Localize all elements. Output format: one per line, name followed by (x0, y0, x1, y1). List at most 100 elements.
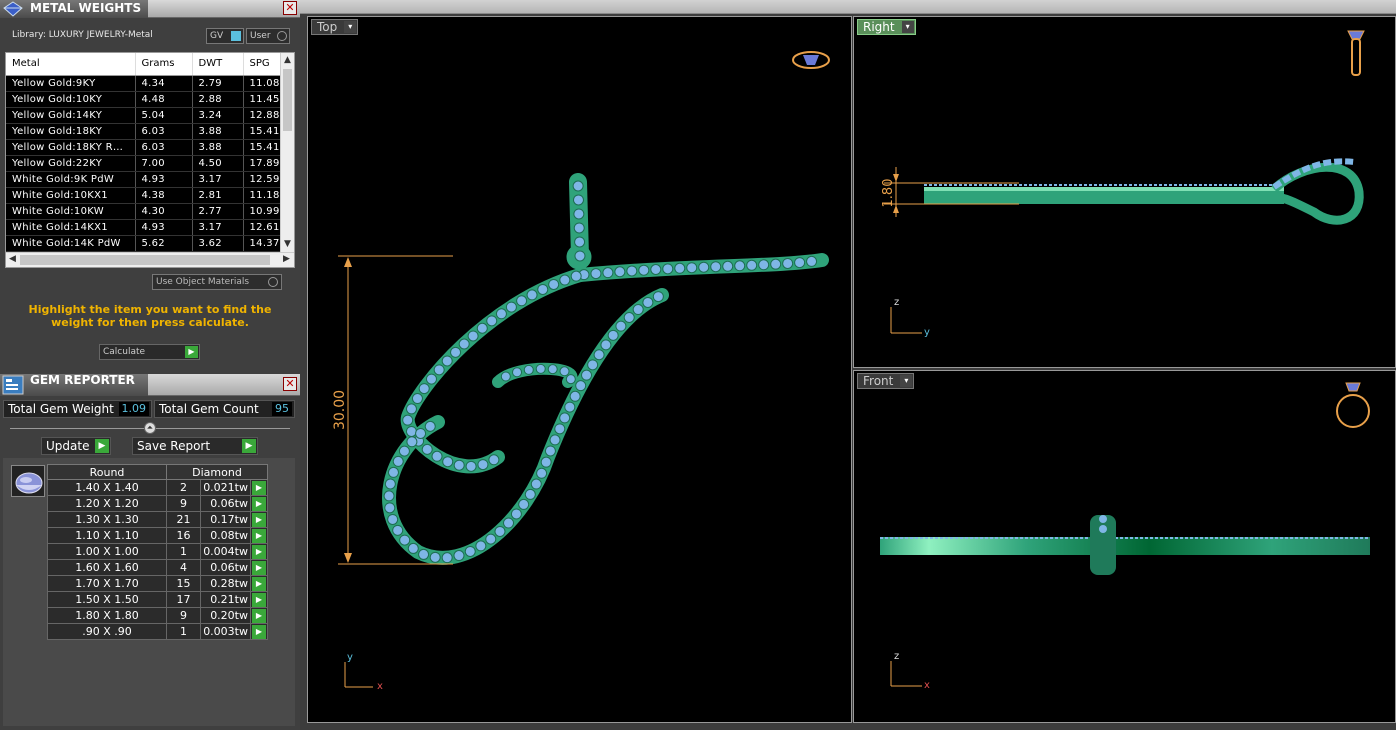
gem-stone (518, 498, 530, 510)
gem-stone (554, 423, 566, 435)
gem-row[interactable]: 1.10 X 1.10 16 0.08tw ▶ (47, 527, 268, 544)
gem-stone (614, 266, 626, 278)
metal-cell: 6.03 (135, 139, 193, 156)
front-view-cube-icon[interactable] (1336, 382, 1370, 428)
gem-row[interactable]: 1.70 X 1.70 15 0.28tw ▶ (47, 575, 268, 592)
metal-col-header[interactable]: Grams (135, 53, 193, 76)
gem-count: 15 (166, 575, 201, 592)
gem-row-go-button[interactable]: ▶ (250, 543, 268, 560)
gem-table-header: Round Diamond (47, 464, 268, 480)
metal-cell: 4.48 (135, 91, 193, 108)
top-axis-y-label: y (347, 652, 353, 663)
gem-weight: 0.004tw (200, 543, 251, 560)
metal-row[interactable]: Yellow Gold:10KY 4.48 2.88 11.45 (6, 91, 282, 108)
front-view-drawing: z x (880, 382, 1370, 691)
metal-row[interactable]: Yellow Gold:18KY R… 6.03 3.88 15.41 (6, 139, 282, 156)
gem-stone (503, 517, 515, 529)
horizontal-scroll-thumb[interactable] (20, 255, 270, 265)
front-axis-icon: z x (890, 651, 930, 691)
gem-row-go-button[interactable]: ▶ (250, 511, 268, 528)
gem-row[interactable]: 1.30 X 1.30 21 0.17tw ▶ (47, 511, 268, 528)
gem-reporter-close-button[interactable]: ✕ (283, 377, 297, 391)
scroll-up-icon[interactable]: ▲ (284, 55, 291, 65)
gem-reporter-titlebar[interactable]: GEM REPORTER ✕ (0, 374, 300, 396)
metal-cell: 4.34 (135, 75, 193, 92)
gem-row-go-button[interactable]: ▶ (250, 575, 268, 592)
metal-col-header[interactable]: SPG (243, 53, 282, 76)
metal-weights-tab[interactable]: METAL WEIGHTS (0, 0, 148, 18)
metal-list-horizontal-scrollbar[interactable]: ◀ ▶ (6, 252, 294, 267)
metal-weights-close-button[interactable]: ✕ (283, 1, 297, 15)
user-toggle[interactable]: User (246, 28, 290, 44)
metal-row[interactable]: White Gold:9K PdW 4.93 3.17 12.59 (6, 171, 282, 188)
right-axis-y-label: y (924, 327, 930, 338)
gem-table: Round Diamond 1.40 X 1.40 2 0.021tw ▶ 1.20 X… (47, 464, 268, 640)
round-diamond-icon[interactable] (11, 465, 45, 497)
pendant-front-view (880, 515, 1370, 575)
gem-stone (450, 346, 462, 358)
top-viewport[interactable]: Top ▾ 30.00 y x (307, 16, 852, 723)
gem-row-go-button[interactable]: ▶ (250, 623, 268, 640)
gem-row[interactable]: 1.00 X 1.00 1 0.004tw ▶ (47, 543, 268, 560)
metal-row[interactable]: White Gold:10KX1 4.38 2.81 11.18 (6, 187, 282, 204)
gem-stone (476, 322, 488, 334)
gem-stone (573, 208, 585, 220)
gem-reporter-tab[interactable]: GEM REPORTER (0, 374, 148, 396)
gem-weight: 0.28tw (200, 575, 251, 592)
save-report-button[interactable]: Save Report ▶ (132, 437, 258, 455)
right-viewport[interactable]: Right ▾ 1.80 z y (853, 16, 1396, 368)
gem-stone (464, 545, 476, 557)
metal-weights-titlebar[interactable]: METAL WEIGHTS ✕ (0, 0, 300, 18)
gem-row[interactable]: 1.20 X 1.20 9 0.06tw ▶ (47, 495, 268, 512)
gem-stone (602, 267, 614, 279)
metal-row[interactable]: Yellow Gold:22KY 7.00 4.50 17.89 (6, 155, 282, 172)
front-viewport[interactable]: Front ▾ z x (853, 370, 1396, 723)
top-view-cube-icon[interactable] (792, 51, 830, 69)
gem-row[interactable]: 1.80 X 1.80 9 0.20tw ▶ (47, 607, 268, 624)
top-view-drawing: 30.00 y x (332, 51, 830, 692)
gem-row-go-button[interactable]: ▶ (250, 527, 268, 544)
gem-row[interactable]: .90 X .90 1 0.003tw ▶ (47, 623, 268, 640)
gem-stone (415, 427, 427, 439)
gem-row-go-button[interactable]: ▶ (250, 559, 268, 576)
gem-count: 1 (166, 623, 201, 640)
metal-row[interactable]: White Gold:14K PdW 5.62 3.62 14.37 (6, 235, 282, 252)
metal-cell: Yellow Gold:22KY (6, 155, 136, 172)
metal-col-header[interactable]: DWT (192, 53, 244, 76)
gem-row-go-button[interactable]: ▶ (250, 479, 268, 496)
scroll-left-icon[interactable]: ◀ (9, 254, 16, 264)
scroll-down-icon[interactable]: ▼ (284, 239, 291, 249)
gem-row-go-button[interactable]: ▶ (250, 607, 268, 624)
update-button[interactable]: Update ▶ (41, 437, 111, 455)
gv-toggle[interactable]: GV (206, 28, 244, 44)
gem-stone (615, 320, 627, 332)
metal-col-header[interactable]: Metal (6, 53, 136, 76)
gem-row[interactable]: 1.40 X 1.40 2 0.021tw ▶ (47, 479, 268, 496)
scroll-right-icon[interactable]: ▶ (283, 254, 290, 264)
gem-row[interactable]: 1.60 X 1.60 4 0.06tw ▶ (47, 559, 268, 576)
metal-row[interactable]: White Gold:10KW 4.30 2.77 10.99 (6, 203, 282, 220)
metal-row[interactable]: White Gold:14KX1 4.93 3.17 12.61 (6, 219, 282, 236)
gem-row-go-button[interactable]: ▶ (250, 591, 268, 608)
metal-table-header: Metal Grams DWT SPG (6, 53, 282, 76)
metal-row[interactable]: Yellow Gold:14KY 5.04 3.24 12.88 (6, 107, 282, 124)
right-view-cube-icon[interactable] (1347, 30, 1365, 76)
splitter-handle-icon[interactable]: ⏶ (144, 422, 156, 434)
metal-list-vertical-scrollbar[interactable]: ▲ ▼ (280, 53, 294, 253)
height-dimension-value: 30.00 (332, 390, 348, 430)
gem-stone (574, 250, 586, 262)
metal-row[interactable]: Yellow Gold:9KY 4.34 2.79 11.08 (6, 75, 282, 92)
gem-row[interactable]: 1.50 X 1.50 17 0.21tw ▶ (47, 591, 268, 608)
gem-stone (548, 278, 560, 290)
metal-row[interactable]: Yellow Gold:18KY 6.03 3.88 15.41 (6, 123, 282, 140)
gem-row-go-button[interactable]: ▶ (250, 495, 268, 512)
gem-stone (429, 551, 441, 563)
gem-size: 1.70 X 1.70 (47, 575, 167, 592)
gv-indicator-icon (231, 31, 241, 41)
metal-list[interactable]: Metal Grams DWT SPG Yellow Gold:9KY 4.34 2.79… (5, 52, 295, 268)
gem-size: 1.60 X 1.60 (47, 559, 167, 576)
app-window: METAL WEIGHTS ✕ Library: LUXURY JEWELRY-… (0, 0, 1396, 730)
calculate-button[interactable]: Calculate ▶ (99, 344, 200, 360)
use-object-materials-toggle[interactable]: Use Object Materials (152, 274, 282, 290)
vertical-scroll-thumb[interactable] (283, 69, 292, 131)
